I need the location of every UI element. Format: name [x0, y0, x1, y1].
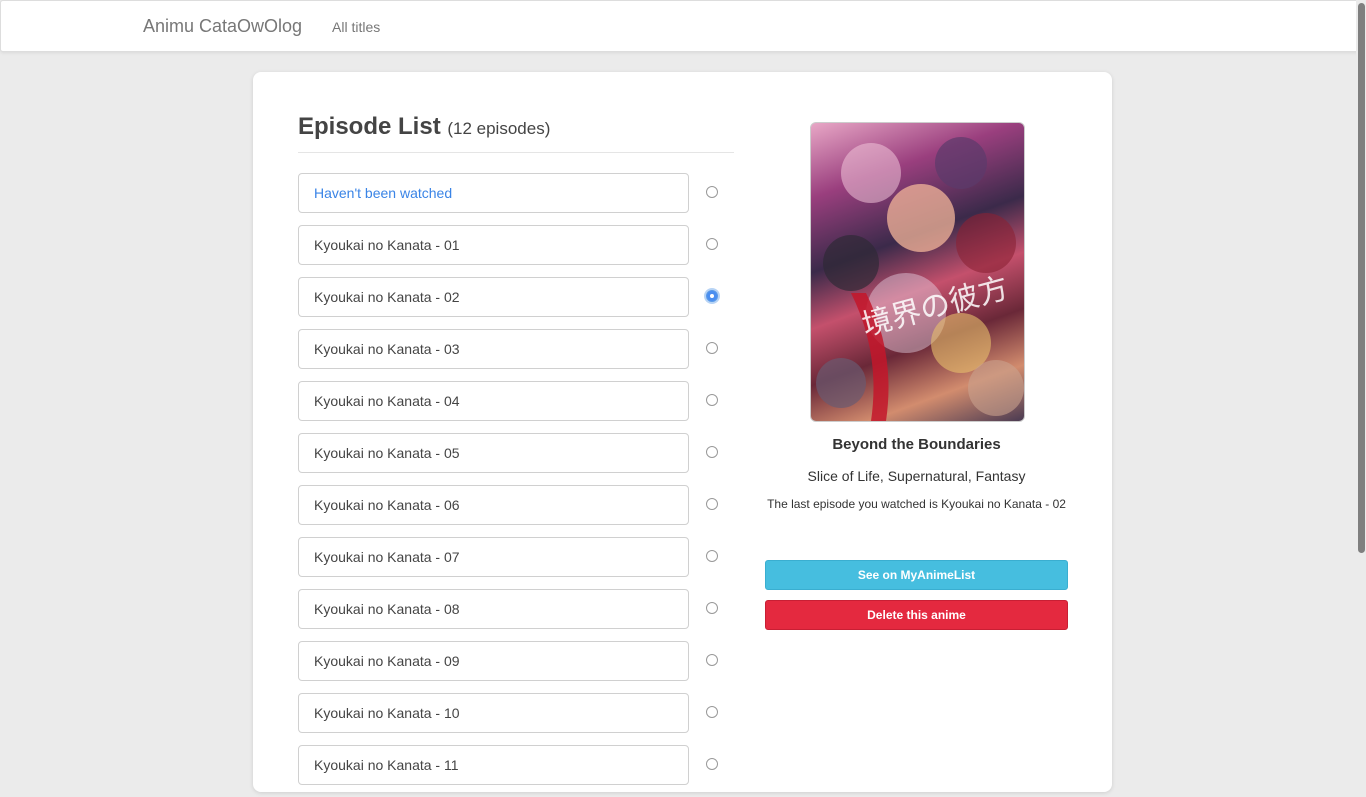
episode-row: Kyoukai no Kanata - 08: [298, 589, 738, 641]
brand-link[interactable]: Animu CataOwOlog: [143, 16, 302, 37]
episode-radio[interactable]: [706, 550, 718, 562]
nav-link-all-titles[interactable]: All titles: [332, 19, 380, 35]
episode-row: Kyoukai no Kanata - 10: [298, 693, 738, 745]
episode-item[interactable]: Kyoukai no Kanata - 01: [298, 225, 689, 265]
episode-radio[interactable]: [706, 654, 718, 666]
delete-anime-button[interactable]: Delete this anime: [765, 600, 1068, 630]
anime-title: Beyond the Boundaries: [832, 436, 1001, 453]
episode-item[interactable]: Kyoukai no Kanata - 02: [298, 277, 689, 317]
episode-row: Kyoukai no Kanata - 04: [298, 381, 738, 433]
episode-row: Kyoukai no Kanata - 02: [298, 277, 738, 329]
heading-divider: [298, 152, 734, 153]
episode-row: Kyoukai no Kanata - 03: [298, 329, 738, 381]
episode-item[interactable]: Kyoukai no Kanata - 10: [298, 693, 689, 733]
episode-radio[interactable]: [706, 394, 718, 406]
page-scrollbar[interactable]: [1356, 0, 1366, 768]
episode-item[interactable]: Kyoukai no Kanata - 11: [298, 745, 689, 785]
episode-list: Haven't been watched Kyoukai no Kanata - …: [298, 173, 738, 797]
episode-row: Kyoukai no Kanata - 07: [298, 537, 738, 589]
episode-row: Kyoukai no Kanata - 05: [298, 433, 738, 485]
episode-row: Kyoukai no Kanata - 06: [298, 485, 738, 537]
episode-radio[interactable]: [706, 446, 718, 458]
episode-row: Haven't been watched: [298, 173, 738, 225]
episode-row: Kyoukai no Kanata - 01: [298, 225, 738, 277]
episode-item[interactable]: Kyoukai no Kanata - 03: [298, 329, 689, 369]
episode-item-unwatched[interactable]: Haven't been watched: [298, 173, 689, 213]
episode-item[interactable]: Kyoukai no Kanata - 07: [298, 537, 689, 577]
episode-item[interactable]: Kyoukai no Kanata - 09: [298, 641, 689, 681]
anime-poster: 境界の彼方: [810, 122, 1025, 422]
episode-list-title: Episode List: [298, 113, 441, 140]
episode-radio[interactable]: [706, 342, 718, 354]
episode-item[interactable]: Kyoukai no Kanata - 04: [298, 381, 689, 421]
episode-item[interactable]: Kyoukai no Kanata - 05: [298, 433, 689, 473]
scrollbar-thumb[interactable]: [1358, 3, 1365, 553]
episode-count: (12 episodes): [447, 119, 551, 138]
navbar: Animu CataOwOlog All titles: [0, 0, 1366, 52]
episode-item[interactable]: Kyoukai no Kanata - 08: [298, 589, 689, 629]
last-watched-text: The last episode you watched is Kyoukai …: [767, 497, 1066, 511]
episode-radio[interactable]: [706, 602, 718, 614]
episode-radio[interactable]: [706, 758, 718, 770]
episode-radio[interactable]: [706, 706, 718, 718]
episode-item[interactable]: Kyoukai no Kanata - 06: [298, 485, 689, 525]
episode-row: Kyoukai no Kanata - 09: [298, 641, 738, 693]
episode-row: Kyoukai no Kanata - 11: [298, 745, 738, 797]
episode-list-heading: Episode List (12 episodes): [298, 113, 550, 141]
episode-radio[interactable]: [706, 238, 718, 250]
episode-radio[interactable]: [706, 186, 718, 198]
see-on-myanimelist-button[interactable]: See on MyAnimeList: [765, 560, 1068, 590]
anime-genres: Slice of Life, Supernatural, Fantasy: [807, 468, 1026, 484]
anime-card: Episode List (12 episodes) Haven't been …: [253, 72, 1112, 792]
episode-radio[interactable]: [706, 498, 718, 510]
episode-radio[interactable]: [706, 290, 718, 302]
